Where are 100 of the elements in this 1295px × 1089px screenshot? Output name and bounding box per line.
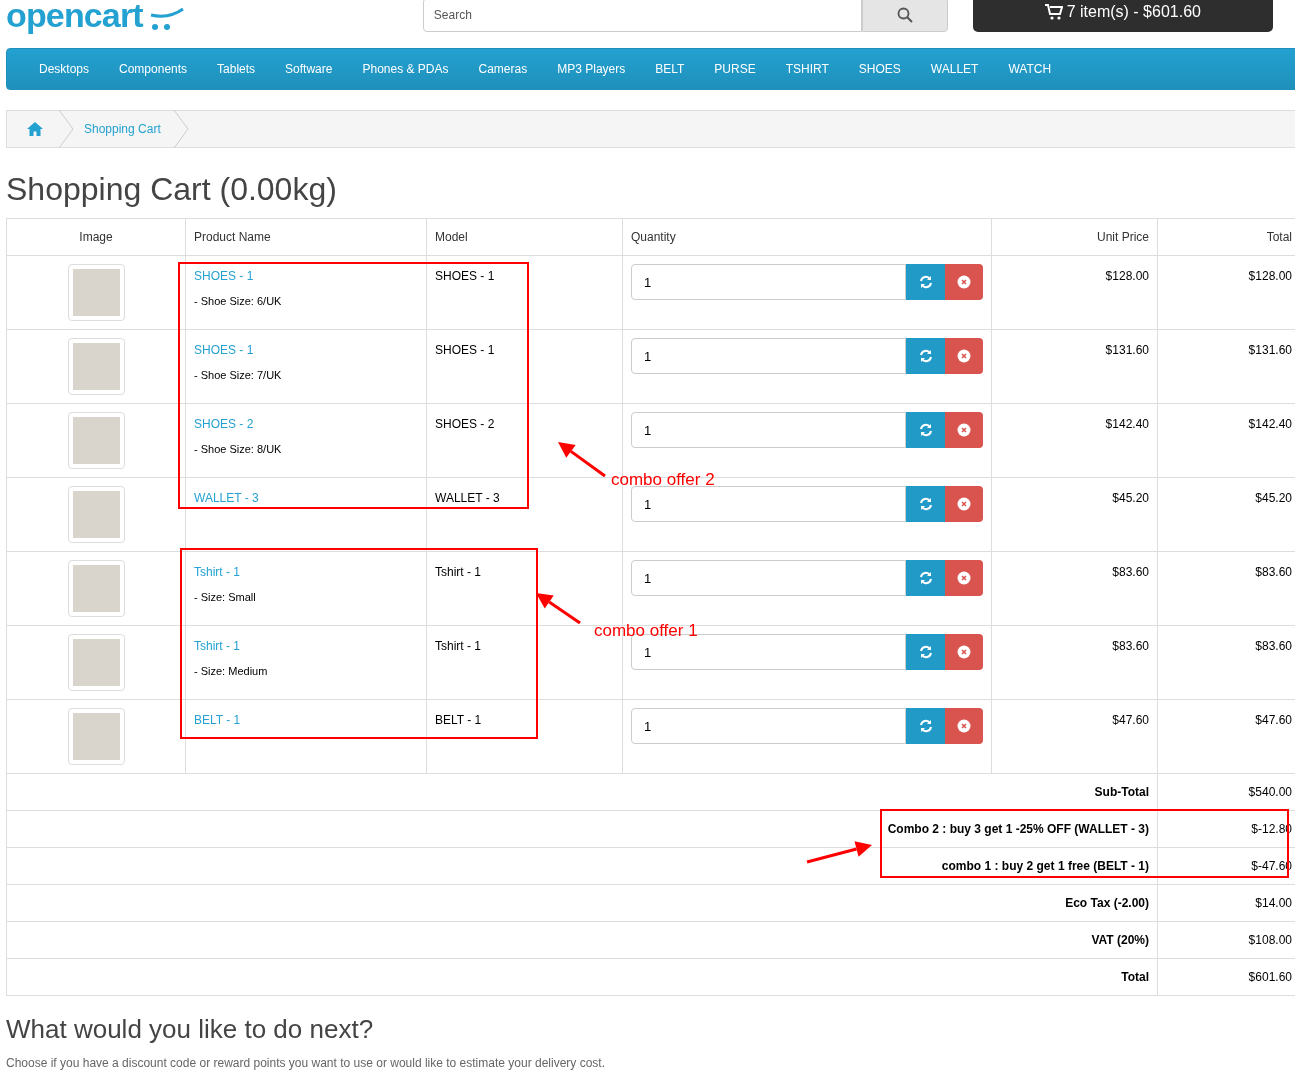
section-heading: What would you like to do next? bbox=[6, 1013, 375, 1046]
column-header: Quantity bbox=[631, 229, 676, 246]
product-link[interactable]: WALLET - 3 bbox=[194, 489, 418, 507]
nav-link[interactable]: WATCH bbox=[993, 60, 1067, 78]
total-value: $540.00 bbox=[1248, 784, 1292, 801]
unit-price: $142.40 bbox=[1105, 417, 1149, 431]
update-button[interactable] bbox=[906, 338, 945, 374]
column-header: Image bbox=[79, 229, 113, 246]
photo-placeholder bbox=[72, 417, 120, 464]
photo-placeholder bbox=[72, 343, 120, 390]
nav-link[interactable]: Tablets bbox=[202, 60, 271, 78]
total-label: VAT (20%) bbox=[1091, 932, 1149, 949]
quantity-field[interactable]: 1 bbox=[631, 560, 906, 596]
total-value: $601.60 bbox=[1248, 969, 1292, 986]
refresh-icon bbox=[918, 423, 933, 437]
close-icon bbox=[957, 645, 971, 659]
remove-button[interactable] bbox=[945, 412, 983, 448]
row-total: $83.60 bbox=[1255, 639, 1292, 653]
quantity-field[interactable]: 1 bbox=[631, 486, 906, 522]
update-button[interactable] bbox=[906, 412, 945, 448]
row-total: $128.00 bbox=[1248, 269, 1292, 283]
nav-link[interactable]: TSHIRT bbox=[770, 60, 844, 78]
model-text: SHOES - 1 bbox=[435, 269, 495, 283]
nav-link[interactable]: WALLET bbox=[915, 60, 994, 78]
product-thumbnail[interactable] bbox=[67, 486, 125, 543]
cart-button[interactable]: 7 item(s) - $601.60 bbox=[972, 0, 1273, 32]
search-button[interactable] bbox=[861, 0, 948, 32]
close-icon bbox=[957, 423, 971, 437]
total-label: Eco Tax (-2.00) bbox=[1065, 895, 1149, 912]
product-link[interactable]: BELT - 1 bbox=[194, 711, 418, 729]
nav-link[interactable]: Desktops bbox=[24, 60, 105, 78]
row-total: $142.40 bbox=[1248, 417, 1292, 431]
product-link[interactable]: SHOES - 1 bbox=[194, 267, 418, 285]
column-header: Total bbox=[1266, 229, 1292, 246]
close-icon bbox=[957, 571, 971, 585]
quantity-field[interactable]: 1 bbox=[631, 708, 906, 744]
search-field[interactable]: Search bbox=[422, 0, 862, 32]
close-icon bbox=[957, 275, 971, 289]
model-text: SHOES - 2 bbox=[435, 417, 495, 431]
close-icon bbox=[957, 497, 971, 511]
product-link[interactable]: Tshirt - 1 bbox=[194, 563, 418, 581]
product-thumbnail[interactable] bbox=[67, 338, 125, 395]
photo-placeholder bbox=[72, 491, 120, 538]
unit-price: $131.60 bbox=[1105, 343, 1149, 357]
photo-placeholder bbox=[72, 565, 120, 612]
logo-text[interactable]: opencart bbox=[6, 0, 143, 41]
total-label: Combo 2 : buy 3 get 1 -25% OFF (WALLET - 3) bbox=[887, 821, 1149, 838]
nav-link[interactable]: Cameras bbox=[463, 60, 543, 78]
update-button[interactable] bbox=[906, 560, 945, 596]
refresh-icon bbox=[918, 275, 933, 289]
product-option: - Shoe Size: 6/UK bbox=[194, 293, 418, 310]
product-thumbnail[interactable] bbox=[67, 634, 125, 691]
unit-price: $128.00 bbox=[1105, 269, 1149, 283]
nav-link[interactable]: Components bbox=[104, 60, 203, 78]
breadcrumb-link[interactable]: Shopping Cart bbox=[84, 120, 161, 138]
remove-button[interactable] bbox=[945, 708, 983, 744]
home-icon[interactable] bbox=[26, 121, 44, 137]
nav-link[interactable]: SHOES bbox=[843, 60, 916, 78]
breadcrumb-separator-icon bbox=[172, 110, 189, 148]
row-total: $45.20 bbox=[1255, 491, 1292, 505]
total-value: $14.00 bbox=[1255, 895, 1292, 912]
nav-link[interactable]: MP3 Players bbox=[542, 60, 641, 78]
quantity-field[interactable]: 1 bbox=[631, 264, 906, 300]
update-button[interactable] bbox=[906, 486, 945, 522]
nav-link[interactable]: Software bbox=[270, 60, 348, 78]
nav-link[interactable]: Phones & PDAs bbox=[347, 60, 464, 78]
search-icon bbox=[896, 7, 913, 23]
refresh-icon bbox=[918, 719, 933, 733]
product-link[interactable]: SHOES - 1 bbox=[194, 341, 418, 359]
quantity-field[interactable]: 1 bbox=[631, 412, 906, 448]
unit-price: $47.60 bbox=[1112, 713, 1149, 727]
product-link[interactable]: Tshirt - 1 bbox=[194, 637, 418, 655]
remove-button[interactable] bbox=[945, 634, 983, 670]
remove-button[interactable] bbox=[945, 264, 983, 300]
remove-button[interactable] bbox=[945, 338, 983, 374]
product-thumbnail[interactable] bbox=[67, 412, 125, 469]
product-link[interactable]: SHOES - 2 bbox=[194, 415, 418, 433]
breadcrumb-separator-icon bbox=[58, 110, 74, 148]
product-thumbnail[interactable] bbox=[67, 264, 125, 321]
refresh-icon bbox=[918, 571, 933, 585]
photo-placeholder bbox=[72, 269, 120, 316]
unit-price: $45.20 bbox=[1112, 491, 1149, 505]
column-header: Unit Price bbox=[1097, 229, 1149, 246]
product-thumbnail[interactable] bbox=[67, 560, 125, 617]
nav-link[interactable]: BELT bbox=[640, 60, 700, 78]
section-description: Choose if you have a discount code or reward points you want to use or would like to estimate your delivery cost. bbox=[6, 1055, 606, 1072]
page-heading: Shopping Cart (0.00kg) bbox=[6, 170, 338, 209]
annotation-arrow bbox=[536, 593, 581, 625]
nav-link[interactable]: PURSE bbox=[699, 60, 771, 78]
unit-price: $83.60 bbox=[1112, 639, 1149, 653]
product-option: - Size: Medium bbox=[194, 663, 418, 680]
product-thumbnail[interactable] bbox=[67, 708, 125, 765]
update-button[interactable] bbox=[906, 708, 945, 744]
remove-button[interactable] bbox=[945, 486, 983, 522]
quantity-field[interactable]: 1 bbox=[631, 338, 906, 374]
update-button[interactable] bbox=[906, 634, 945, 670]
model-text: Tshirt - 1 bbox=[435, 565, 481, 579]
update-button[interactable] bbox=[906, 264, 945, 300]
remove-button[interactable] bbox=[945, 560, 983, 596]
unit-price: $83.60 bbox=[1112, 565, 1149, 579]
